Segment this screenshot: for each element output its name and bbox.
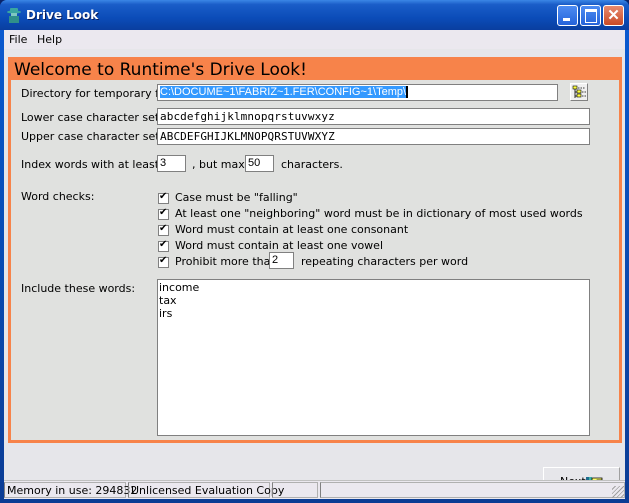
- case-falling-checkbox[interactable]: [158, 191, 169, 204]
- lower-case-input[interactable]: abcdefghijklmnopqrstuvwxyz: [157, 108, 590, 125]
- close-icon: ✕: [607, 7, 620, 24]
- include-word-line: income: [159, 281, 200, 294]
- prohibit-repeating-checkbox[interactable]: [158, 255, 169, 268]
- menu-help[interactable]: Help: [37, 33, 62, 46]
- include-word-line: tax: [159, 294, 177, 307]
- min-length-input[interactable]: 3: [157, 155, 186, 172]
- settings-frame: Welcome to Runtime's Drive Look! Directo…: [8, 57, 622, 443]
- prohibit-repeating-label: Prohibit more than: [175, 255, 278, 268]
- lower-case-label: Lower case character set:: [21, 111, 163, 124]
- consonant-checkbox[interactable]: [158, 223, 169, 236]
- text-caret: [406, 86, 409, 99]
- menu-file[interactable]: File: [9, 33, 27, 46]
- maximize-button[interactable]: [580, 5, 601, 26]
- case-falling-label: Case must be "falling": [175, 191, 298, 204]
- maximize-icon: [581, 6, 600, 25]
- neighboring-word-label: At least one "neighboring" word must be …: [175, 207, 583, 220]
- temp-dir-value: C:\DOCUME~1\FABRIZ~1.FER\CONFIG~1\Temp\: [160, 86, 407, 98]
- include-words-label: Include these words:: [21, 282, 136, 295]
- consonant-label: Word must contain at least one consonant: [175, 223, 409, 236]
- welcome-banner: Welcome to Runtime's Drive Look!: [11, 60, 619, 80]
- but-max-label: , but max.: [192, 158, 249, 171]
- repeating-count-input[interactable]: 2: [269, 252, 294, 269]
- temp-dir-input[interactable]: C:\DOCUME~1\FABRIZ~1.FER\CONFIG~1\Temp\: [157, 84, 558, 101]
- repeating-suffix-label: repeating characters per word: [301, 255, 469, 268]
- resize-grip-icon[interactable]: [612, 486, 624, 498]
- upper-case-input[interactable]: ABCDEFGHIJKLMNOPQRSTUVWXYZ: [157, 128, 590, 145]
- include-words-textarea[interactable]: income tax irs: [157, 279, 590, 436]
- status-bar: Memory in use: 294832 Unlicensed Evaluat…: [4, 480, 625, 499]
- spy-detective-icon: [6, 7, 22, 23]
- close-button[interactable]: ✕: [603, 5, 624, 26]
- window-title: Drive Look: [26, 8, 99, 22]
- status-pane-3: [272, 482, 318, 498]
- browse-folder-button[interactable]: [570, 83, 588, 101]
- include-word-line: irs: [159, 307, 173, 320]
- upper-case-label: Upper case character set:: [21, 130, 164, 143]
- status-pane-4: [320, 482, 625, 498]
- wizard-panel: Welcome to Runtime's Drive Look! Directo…: [4, 49, 625, 499]
- characters-label: characters.: [281, 158, 343, 171]
- vowel-checkbox[interactable]: [158, 239, 169, 252]
- minimize-icon: [558, 6, 577, 25]
- memory-status: Memory in use: 294832: [4, 482, 137, 498]
- license-status: Unlicensed Evaluation Copy: [128, 482, 284, 498]
- app-window: Drive Look ✕ File Help Welcome to Runtim…: [0, 0, 629, 503]
- title-bar[interactable]: Drive Look ✕: [0, 0, 629, 30]
- word-checks-label: Word checks:: [21, 190, 95, 203]
- minimize-button[interactable]: [557, 5, 578, 26]
- max-length-input[interactable]: 50: [245, 155, 274, 172]
- menu-bar: File Help: [4, 30, 625, 49]
- client-area: File Help Welcome to Runtime's Drive Loo…: [4, 30, 625, 499]
- neighboring-word-checkbox[interactable]: [158, 207, 169, 220]
- welcome-title: Welcome to Runtime's Drive Look!: [14, 60, 307, 80]
- index-words-label: Index words with at least: [21, 158, 160, 171]
- vowel-label: Word must contain at least one vowel: [175, 239, 384, 252]
